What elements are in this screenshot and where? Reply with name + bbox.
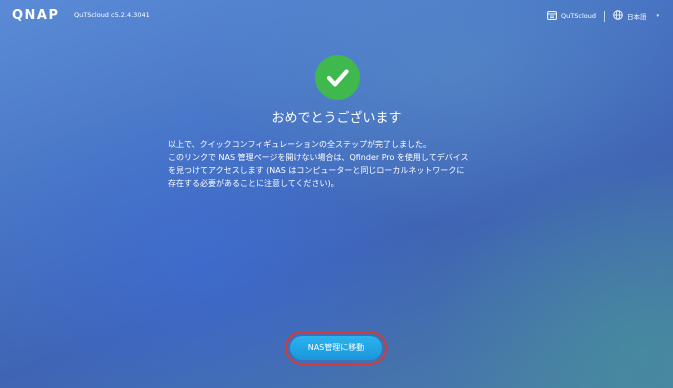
message-line: を見つけてアクセスします (NAS はコンピューターと同じローカルネットワークに xyxy=(168,166,465,175)
version-label: QuTScloud c5.2.4.3041 xyxy=(74,11,150,19)
chevron-down-icon: ▾ xyxy=(656,13,659,19)
message-line: 存在する必要があることに注意してください)。 xyxy=(168,179,339,188)
message-line: 以上で、クイックコンフィギュレーションの全ステップが完了しました。 xyxy=(168,140,431,149)
checkmark-icon xyxy=(326,69,349,87)
top-bar: QNAP QuTScloud c5.2.4.3041 QuTScloud 日本語… xyxy=(0,0,673,32)
globe-icon xyxy=(613,10,623,22)
success-check-badge xyxy=(315,55,360,100)
qutscloud-link-label: QuTScloud xyxy=(561,12,596,20)
language-label: 日本語 xyxy=(626,13,647,21)
qnap-logo: QNAP xyxy=(12,8,60,23)
qutscloud-link[interactable]: QuTScloud xyxy=(547,10,596,22)
quts-cloud-icon xyxy=(547,10,557,22)
go-to-nas-management-button[interactable]: NAS管理に移動 xyxy=(290,336,382,360)
page-title: おめでとうございます xyxy=(271,111,402,126)
header-divider xyxy=(603,10,605,22)
completion-message: 以上で、クイックコンフィギュレーションの全ステップが完了しました。 このリンクで… xyxy=(168,138,513,190)
language-selector[interactable]: 日本語 ▾ xyxy=(613,10,659,22)
header-actions: QuTScloud 日本語 ▾ xyxy=(547,9,659,23)
message-line: このリンクで NAS 管理ページを開けない場合は、Qfinder Pro を使用… xyxy=(168,153,469,162)
